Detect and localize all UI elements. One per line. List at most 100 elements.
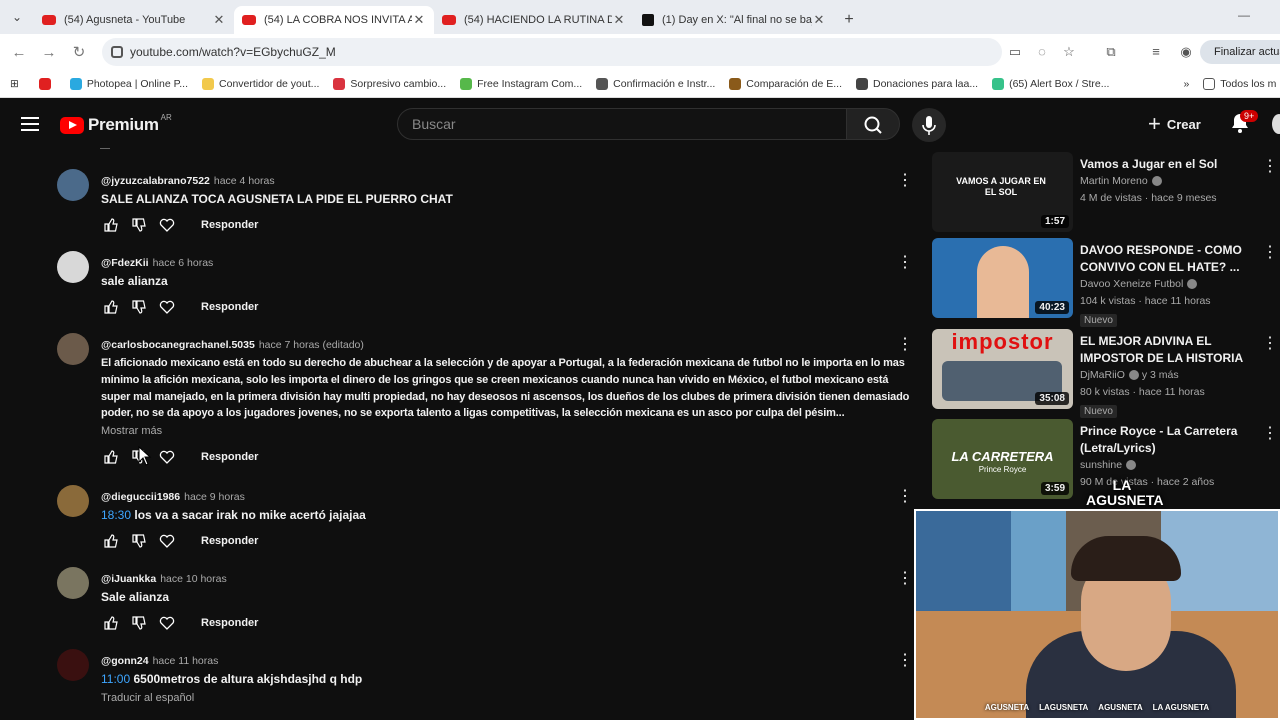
bookmark-item[interactable]: Sorpresivo cambio... bbox=[333, 77, 446, 90]
avatar[interactable] bbox=[57, 251, 89, 283]
avatar[interactable] bbox=[57, 169, 89, 201]
more-actions-icon[interactable]: ⋮ bbox=[1262, 242, 1278, 262]
avatar[interactable] bbox=[57, 649, 89, 681]
bookmark-item[interactable]: Free Instagram Com... bbox=[460, 77, 582, 90]
avatar[interactable] bbox=[57, 567, 89, 599]
browser-tab[interactable]: (54) Agusneta - YouTube ✕ bbox=[34, 6, 234, 34]
dislike-icon[interactable] bbox=[129, 613, 149, 633]
comment-time[interactable]: hace 4 horas bbox=[214, 175, 275, 187]
channel-name[interactable]: Davoo Xeneize Futbol bbox=[1080, 278, 1183, 290]
address-bar[interactable]: youtube.com/watch?v=EGbychuGZ_M bbox=[102, 38, 1002, 66]
bookmark-star-icon[interactable]: ☆ bbox=[1061, 44, 1077, 60]
reply-button[interactable]: Responder bbox=[201, 301, 258, 313]
recommended-video[interactable]: VAMOS A JUGAR EN EL SOL 1:57 Vamos a Jug… bbox=[932, 152, 1280, 232]
eye-off-icon[interactable]: ◌ bbox=[1034, 44, 1050, 60]
more-actions-icon[interactable]: ⋮ bbox=[897, 486, 913, 506]
close-tab-icon[interactable]: ✕ bbox=[612, 12, 626, 28]
apps-grid-icon[interactable]: ⊞ bbox=[10, 78, 19, 90]
more-actions-icon[interactable]: ⋮ bbox=[1262, 333, 1278, 353]
site-info-icon[interactable] bbox=[111, 46, 123, 58]
channel-name[interactable]: DjMaRiiO bbox=[1080, 369, 1125, 381]
heart-icon[interactable] bbox=[157, 297, 177, 317]
like-icon[interactable] bbox=[101, 613, 121, 633]
extensions-icon[interactable]: ⧉ bbox=[1103, 44, 1119, 60]
video-title[interactable]: Vamos a Jugar en el Sol bbox=[1080, 156, 1260, 173]
all-bookmarks-item[interactable]: Todos los m bbox=[1203, 77, 1276, 90]
comment-author[interactable]: @dieguccii1986 bbox=[101, 491, 180, 503]
avatar[interactable] bbox=[57, 333, 89, 365]
back-icon[interactable]: ← bbox=[4, 44, 34, 61]
more-actions-icon[interactable]: ⋮ bbox=[897, 568, 913, 588]
heart-icon[interactable] bbox=[157, 531, 177, 551]
browser-tab-active[interactable]: (54) LA COBRA NOS INVITA A S ✕ bbox=[234, 6, 434, 34]
finalizar-button[interactable]: Finalizar actual bbox=[1200, 40, 1280, 64]
tab-search-chevron-icon[interactable]: ⌄ bbox=[0, 0, 34, 34]
avatar[interactable] bbox=[57, 485, 89, 517]
search-button[interactable] bbox=[846, 108, 900, 140]
bookmark-item[interactable]: Confirmación e Instr... bbox=[596, 77, 715, 90]
like-icon[interactable] bbox=[101, 215, 121, 235]
comment-time[interactable]: hace 9 horas bbox=[184, 491, 245, 503]
close-tab-icon[interactable]: ✕ bbox=[412, 12, 426, 28]
recommended-video[interactable]: impostor 35:08 EL MEJOR ADIVINA EL IMPOS… bbox=[932, 329, 1280, 418]
like-icon[interactable] bbox=[101, 297, 121, 317]
reply-button[interactable]: Responder bbox=[201, 535, 258, 547]
bookmark-item[interactable]: Photopea | Online P... bbox=[69, 77, 188, 90]
video-thumbnail[interactable]: impostor 35:08 bbox=[932, 329, 1073, 409]
close-tab-icon[interactable]: ✕ bbox=[812, 12, 826, 28]
show-more-link[interactable]: Mostrar más bbox=[101, 425, 162, 437]
heart-icon[interactable] bbox=[157, 215, 177, 235]
more-actions-icon[interactable]: ⋮ bbox=[897, 650, 913, 670]
comment-author[interactable]: @gonn24 bbox=[101, 655, 149, 667]
youtube-bookmark-icon[interactable] bbox=[38, 77, 56, 90]
video-title[interactable]: DAVOO RESPONDE - COMO CONVIVO CON EL HAT… bbox=[1080, 242, 1260, 276]
profile-icon[interactable]: ◉ bbox=[1178, 44, 1194, 60]
search-input[interactable]: Buscar bbox=[397, 108, 847, 140]
more-actions-icon[interactable]: ⋮ bbox=[897, 334, 913, 354]
bookmark-item[interactable]: (65) Alert Box / Stre... bbox=[992, 77, 1109, 90]
bookmark-item[interactable]: Convertidor de yout... bbox=[202, 77, 319, 90]
timestamp-link[interactable]: 18:30 bbox=[101, 508, 131, 522]
more-actions-icon[interactable]: ⋮ bbox=[897, 252, 913, 272]
video-thumbnail[interactable]: 40:23 bbox=[932, 238, 1073, 318]
menu-icon[interactable] bbox=[21, 117, 39, 131]
more-actions-icon[interactable]: ⋮ bbox=[1262, 156, 1278, 176]
channel-name[interactable]: Martin Moreno bbox=[1080, 175, 1148, 187]
comment-time[interactable]: hace 6 horas bbox=[153, 257, 214, 269]
create-button[interactable]: + Crear bbox=[1148, 109, 1201, 139]
media-control-icon[interactable]: ≡ bbox=[1148, 44, 1164, 60]
timestamp-link[interactable]: 11:00 bbox=[101, 672, 130, 686]
reply-button[interactable]: Responder bbox=[201, 617, 258, 629]
more-bookmarks-icon[interactable]: » bbox=[1183, 78, 1189, 90]
comment-time[interactable]: hace 7 horas (editado) bbox=[259, 339, 364, 351]
more-actions-icon[interactable]: ⋮ bbox=[1262, 423, 1278, 443]
browser-tab[interactable]: (54) HACIENDO LA RUTINA DE ✕ bbox=[434, 6, 634, 34]
video-title[interactable]: Prince Royce - La Carretera (Letra/Lyric… bbox=[1080, 423, 1260, 457]
browser-tab[interactable]: (1) Day en X: "Al final no se baj ✕ bbox=[634, 6, 834, 34]
recommended-video[interactable]: 40:23 DAVOO RESPONDE - COMO CONVIVO CON … bbox=[932, 238, 1280, 327]
account-avatar[interactable] bbox=[1272, 114, 1280, 134]
comment-author[interactable]: @FdezKii bbox=[101, 257, 149, 269]
heart-icon[interactable] bbox=[157, 613, 177, 633]
channel-name[interactable]: sunshine bbox=[1080, 459, 1122, 471]
comment-author[interactable]: @iJuankka bbox=[101, 573, 156, 585]
reply-button[interactable]: Responder bbox=[201, 451, 258, 463]
heart-icon[interactable] bbox=[157, 447, 177, 467]
comment-author[interactable]: @jyzuzcalabrano7522 bbox=[101, 175, 210, 187]
reply-button[interactable]: Responder bbox=[201, 219, 258, 231]
youtube-logo[interactable]: Premium AR bbox=[60, 113, 172, 135]
comment-time[interactable]: hace 11 horas bbox=[153, 655, 219, 667]
translate-link[interactable]: Traducir al español bbox=[101, 692, 194, 704]
dislike-icon[interactable] bbox=[129, 297, 149, 317]
bookmark-item[interactable]: Donaciones para laa... bbox=[856, 77, 978, 90]
minimize-window-icon[interactable]: — bbox=[1238, 8, 1250, 22]
video-thumbnail[interactable]: LA CARRETERA Prince Royce 3:59 bbox=[932, 419, 1073, 499]
forward-icon[interactable]: → bbox=[34, 44, 64, 61]
comment-author[interactable]: @carlosbocanegrachanel.5035 bbox=[101, 339, 255, 351]
like-icon[interactable] bbox=[101, 447, 121, 467]
video-thumbnail[interactable]: VAMOS A JUGAR EN EL SOL 1:57 bbox=[932, 152, 1073, 232]
dislike-icon[interactable] bbox=[129, 215, 149, 235]
dislike-icon[interactable] bbox=[129, 531, 149, 551]
new-tab-button[interactable]: + bbox=[834, 6, 864, 34]
voice-search-button[interactable] bbox=[912, 108, 946, 142]
